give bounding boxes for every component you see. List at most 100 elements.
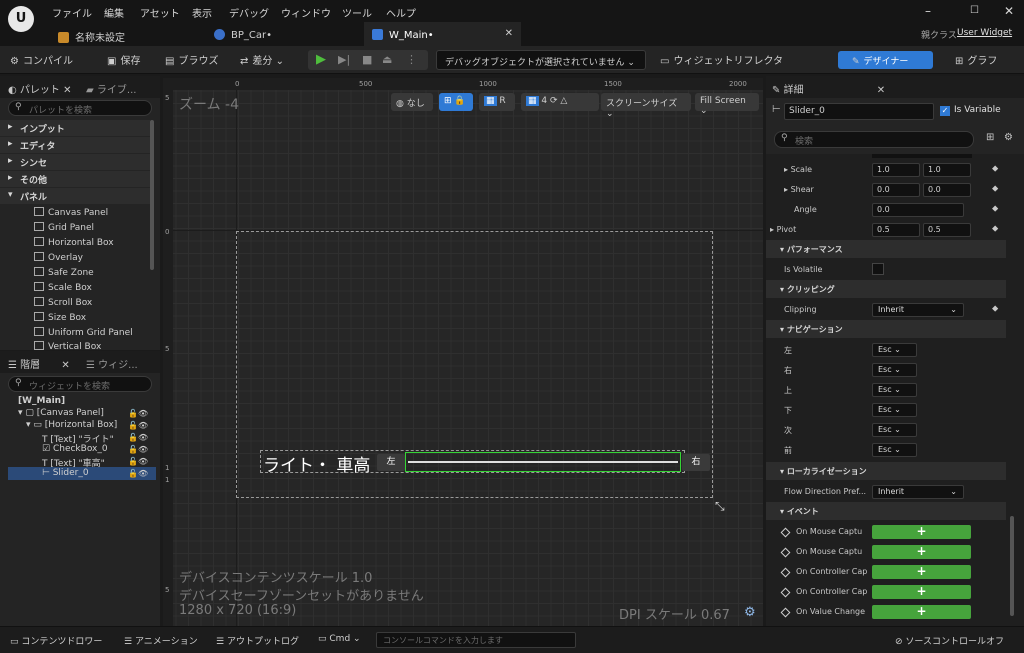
widget-name-input[interactable]: Slider_0 [784, 103, 934, 120]
widget-reflector-button[interactable]: ▭ ウィジェットリフレクタ [660, 52, 783, 67]
lock-visibility-column[interactable]: 🔓👁 🔓👁 🔓👁 🔓👁 🔓👁 🔓👁 [128, 408, 148, 480]
unreal-logo-icon[interactable]: U [8, 6, 34, 32]
add-event-button[interactable]: + [872, 525, 971, 539]
step-icon[interactable]: ▶| [338, 53, 350, 66]
category-misc[interactable]: ▸ その他 [0, 171, 150, 187]
category-input[interactable]: ▸ インプット [0, 120, 150, 136]
widget-tab[interactable]: ☰ ウィジ... [86, 356, 138, 371]
save-button[interactable]: ▣ 保存 [107, 52, 140, 67]
animation-button[interactable]: ☰ アニメーション [124, 634, 198, 647]
reset-arrow-icon[interactable]: ⬥ [992, 184, 998, 194]
add-event-button[interactable]: + [872, 565, 971, 579]
horizontal-box-widget[interactable]: ライト・ 車高 左 右 [260, 450, 710, 476]
table-view-icon[interactable]: ⊞ [986, 132, 994, 143]
details-tab[interactable]: ✎ 詳細 ✕ [772, 81, 885, 96]
tab-bp-car[interactable]: BP_Car• [214, 22, 354, 46]
debug-object-dropdown[interactable]: デバッグオブジェクトが選択されていません ⌄ [436, 50, 646, 70]
source-control-button[interactable]: ⊘ ソースコントロールオフ [895, 634, 1004, 647]
right-button[interactable]: 右 [682, 454, 710, 471]
add-event-button[interactable]: + [872, 585, 971, 599]
reset-arrow-icon[interactable]: ⬥ [992, 204, 998, 214]
palette-item-canvas-panel[interactable]: Canvas Panel [34, 207, 108, 218]
is-variable-checkbox[interactable]: ✓ [940, 106, 950, 116]
nav-up-dropdown[interactable]: Esc ⌄ [872, 383, 917, 397]
palette-tab[interactable]: ◐ パレット ✕ [8, 81, 71, 96]
details-settings-gear-icon[interactable]: ⚙ [1004, 132, 1013, 143]
respect-lock-button[interactable]: ▦ R [479, 93, 515, 111]
menu-window[interactable]: ウィンドウ [281, 5, 331, 20]
grid-snap-button[interactable]: ▦ 4 ⟳ △ [521, 93, 599, 111]
palette-item-vertical-box[interactable]: Vertical Box [34, 341, 101, 350]
locale-none-button[interactable]: ◍ なし [391, 93, 433, 111]
scale-y-input[interactable]: 1.0 [923, 163, 971, 177]
console-input[interactable]: コンソールコマンドを入力します [376, 632, 576, 648]
palette-item-scale-box[interactable]: Scale Box [34, 282, 92, 293]
nav-down-dropdown[interactable]: Esc ⌄ [872, 403, 917, 417]
menu-file[interactable]: ファイル [52, 5, 92, 20]
clipping-dropdown[interactable]: Inherit ⌄ [872, 303, 964, 317]
add-event-button[interactable]: + [872, 605, 971, 619]
designer-viewport[interactable]: 0 500 1000 1500 2000 5 0 5 1 1 5 ズーム -4 … [163, 78, 763, 626]
section-localization[interactable]: ▾ ローカライゼーション [766, 462, 1006, 480]
flow-direction-dropdown[interactable]: Inherit ⌄ [872, 485, 964, 499]
tree-node-checkbox[interactable]: ☑ CheckBox_0 [42, 444, 108, 454]
content-drawer-button[interactable]: ▭ コンテンツドロワー [10, 634, 102, 647]
shear-y-input[interactable]: 0.0 [923, 183, 971, 197]
play-options-icon[interactable]: ⋮ [406, 53, 417, 66]
play-icon[interactable]: ▶ [316, 52, 326, 67]
palette-item-overlay[interactable]: Overlay [34, 252, 83, 263]
tab-level[interactable]: 名称未設定 [58, 22, 198, 46]
nav-next-dropdown[interactable]: Esc ⌄ [872, 423, 917, 437]
hierarchy-tab[interactable]: ☰ 階層 ✕ [8, 356, 70, 371]
details-search-input[interactable]: ⚲ 検索 [774, 131, 974, 148]
category-panel[interactable]: ▾ パネル [0, 188, 150, 204]
palette-search-input[interactable]: ⚲ パレットを検索 [8, 100, 152, 116]
menu-view[interactable]: 表示 [192, 5, 212, 20]
lock-toggle-button[interactable]: ⊞ 🔒 [439, 93, 473, 111]
tree-node-horizontal-box[interactable]: ▾ ▭ [Horizontal Box] [26, 420, 117, 430]
fill-screen-dropdown[interactable]: Fill Screen ⌄ [695, 93, 759, 116]
section-navigation[interactable]: ▾ ナビゲーション [766, 320, 1006, 338]
palette-item-size-box[interactable]: Size Box [34, 312, 86, 323]
diff-button[interactable]: ⇄ 差分 ⌄ [240, 52, 284, 67]
minimize-icon[interactable]: – [925, 4, 931, 18]
menu-debug[interactable]: デバッグ [229, 5, 269, 20]
reset-arrow-icon[interactable]: ⬥ [992, 304, 998, 314]
palette-item-safe-zone[interactable]: Safe Zone [34, 267, 94, 278]
is-volatile-checkbox[interactable] [872, 263, 884, 275]
graph-button[interactable]: ⊞ グラフ [955, 52, 997, 67]
menu-help[interactable]: ヘルプ [386, 5, 416, 20]
palette-item-horizontal-box[interactable]: Horizontal Box [34, 237, 114, 248]
left-button[interactable]: 左 [377, 454, 405, 471]
scale-x-input[interactable]: 1.0 [872, 163, 920, 177]
nav-prev-dropdown[interactable]: Esc ⌄ [872, 443, 917, 457]
dpi-settings-gear-icon[interactable]: ⚙ [744, 605, 756, 620]
section-performance[interactable]: ▾ パフォーマンス [766, 240, 1006, 258]
close-window-icon[interactable]: ✕ [1004, 4, 1014, 18]
nav-right-dropdown[interactable]: Esc ⌄ [872, 363, 917, 377]
output-log-button[interactable]: ☰ アウトプットログ [216, 634, 299, 647]
menu-asset[interactable]: アセット [140, 5, 180, 20]
category-editor[interactable]: ▸ エディタ [0, 137, 150, 153]
tab-w-main[interactable]: W_Main• ✕ [364, 22, 521, 46]
palette-scrollbar[interactable] [150, 120, 154, 270]
maximize-icon[interactable]: ☐ [970, 5, 979, 16]
eject-icon[interactable]: ⏏ [382, 53, 392, 66]
palette-item-grid-panel[interactable]: Grid Panel [34, 222, 94, 233]
parent-class-link[interactable]: User Widget [957, 28, 1012, 38]
shear-x-input[interactable]: 0.0 [872, 183, 920, 197]
compile-button[interactable]: ⚙ コンパイル [10, 52, 73, 67]
tree-node-canvas-panel[interactable]: ▾ ▢ [Canvas Panel] [18, 408, 104, 418]
section-clipping[interactable]: ▾ クリッピング [766, 280, 1006, 298]
details-scrollbar[interactable] [1010, 516, 1014, 616]
designer-button[interactable]: ✎ デザイナー [838, 51, 933, 69]
palette-item-scroll-box[interactable]: Scroll Box [34, 297, 92, 308]
menu-edit[interactable]: 編集 [104, 5, 124, 20]
reset-arrow-icon[interactable]: ⬥ [992, 224, 998, 234]
angle-input[interactable]: 0.0 [872, 203, 964, 217]
nav-left-dropdown[interactable]: Esc ⌄ [872, 343, 917, 357]
tab-close-icon[interactable]: ✕ [505, 28, 513, 39]
pivot-y-input[interactable]: 0.5 [923, 223, 971, 237]
stop-icon[interactable]: ■ [362, 53, 372, 66]
slider-widget[interactable] [405, 452, 681, 472]
